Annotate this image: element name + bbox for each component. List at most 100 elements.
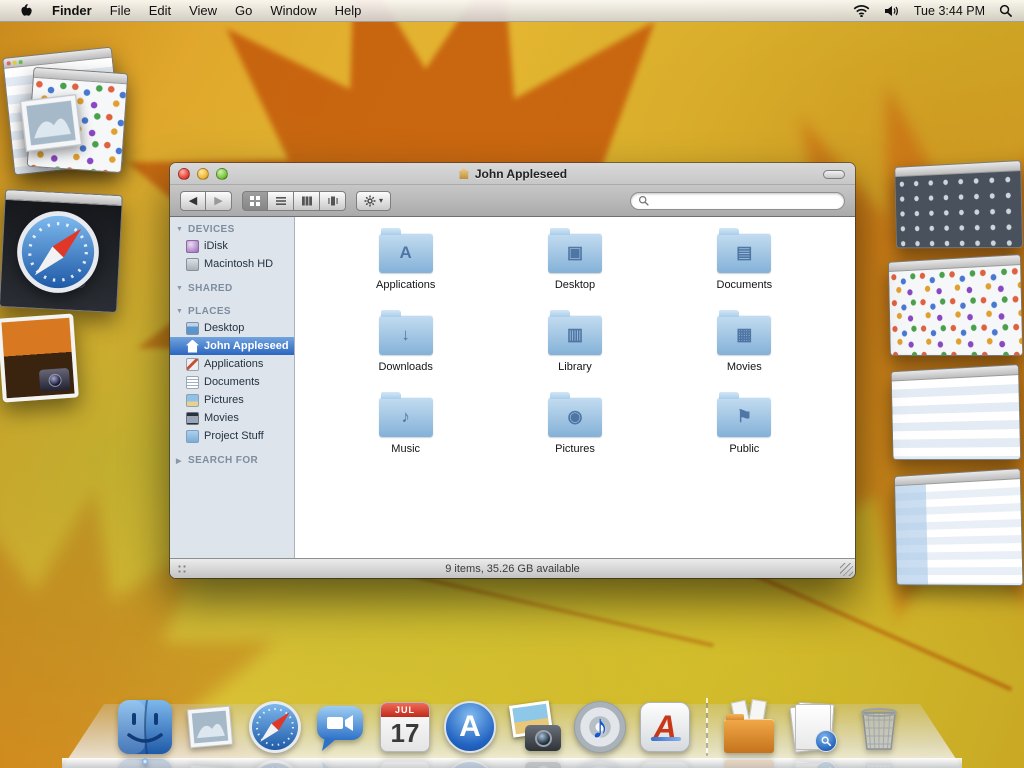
sidebar-item-pictures[interactable]: Pictures <box>170 391 294 409</box>
menu-view[interactable]: View <box>180 0 226 22</box>
minimize-button[interactable] <box>197 168 209 180</box>
sidebar-item-applications[interactable]: Applications <box>170 355 294 373</box>
toolbar-toggle-button[interactable] <box>823 170 845 179</box>
volume-icon <box>884 5 900 17</box>
applications-icon <box>186 358 199 371</box>
disclosure-triangle-icon[interactable]: ▶ <box>176 457 184 465</box>
dock-finder[interactable] <box>116 698 174 756</box>
folder-glyph: ◉ <box>548 397 602 437</box>
folder-glyph: ▤ <box>717 233 771 273</box>
wifi-menu-extra[interactable] <box>853 4 870 18</box>
apple-menu[interactable] <box>10 0 43 22</box>
music-disc-icon: ♪ <box>574 701 626 753</box>
folder-desktop[interactable]: ▣ Desktop <box>490 233 659 291</box>
sidebar-item-idisk[interactable]: iDisk <box>170 237 294 255</box>
sidebar-item-macintosh-hd[interactable]: Macintosh HD <box>170 255 294 273</box>
folder-pictures[interactable]: ◉ Pictures <box>490 397 659 455</box>
search-icon <box>638 195 649 206</box>
menu-file[interactable]: File <box>101 0 140 22</box>
folder-icon: ▦ <box>717 315 771 355</box>
folder-glyph: A <box>379 233 433 273</box>
dock-ichat[interactable] <box>311 698 369 756</box>
finder-window: John Appleseed ◀ ▶ <box>170 163 855 578</box>
dock-downloads-stack[interactable] <box>720 698 778 756</box>
folder-label: Library <box>558 361 592 373</box>
gear-icon <box>364 195 376 207</box>
sidebar-item-movies[interactable]: Movies <box>170 409 294 427</box>
folder-icon: ♪ <box>379 397 433 437</box>
disclosure-triangle-icon[interactable]: ▼ <box>176 308 184 315</box>
search-input[interactable] <box>653 195 837 207</box>
folder-icon: ▣ <box>548 233 602 273</box>
close-button[interactable] <box>178 168 190 180</box>
running-indicator <box>142 758 149 765</box>
sidebar-section-devices[interactable]: ▼ DEVICES <box>170 222 294 237</box>
menu-bar-clock[interactable]: Tue 3:44 PM <box>914 4 985 18</box>
column-view-button[interactable] <box>294 191 320 211</box>
app-store-icon: A <box>444 701 496 753</box>
window-toolbar: ◀ ▶ <box>170 185 855 217</box>
sidebar-section-search-for[interactable]: ▶ SEARCH FOR <box>170 453 294 468</box>
folder-label: Public <box>729 443 759 455</box>
hard-disk-icon <box>186 258 199 271</box>
applications-letter: A <box>653 709 676 746</box>
mail-stamp-thumbnail[interactable] <box>10 82 92 164</box>
dock-trash[interactable] <box>850 698 908 756</box>
folder-label: Downloads <box>378 361 432 373</box>
sidebar-item-project-stuff[interactable]: Project Stuff <box>170 427 294 445</box>
stacked-window-thumbnail[interactable] <box>894 468 1023 586</box>
stacked-window-thumbnail[interactable] <box>894 160 1023 248</box>
disclosure-triangle-icon[interactable]: ▼ <box>176 226 184 233</box>
sidebar-item-documents[interactable]: Documents <box>170 373 294 391</box>
search-field[interactable] <box>630 192 845 210</box>
folder-icon: ◉ <box>548 397 602 437</box>
sidebar-resize-grip[interactable] <box>177 564 188 575</box>
folder-applications[interactable]: A Applications <box>321 233 490 291</box>
folder-movies[interactable]: ▦ Movies <box>660 315 829 373</box>
dock-itunes[interactable]: ♪ <box>571 698 629 756</box>
folder-music[interactable]: ♪ Music <box>321 397 490 455</box>
menu-help[interactable]: Help <box>326 0 371 22</box>
folder-documents[interactable]: ▤ Documents <box>660 233 829 291</box>
list-view-button[interactable] <box>268 191 294 211</box>
chevron-down-icon: ▾ <box>379 196 383 205</box>
menu-go[interactable]: Go <box>226 0 261 22</box>
sidebar-item-desktop[interactable]: Desktop <box>170 319 294 337</box>
dock-documents-stack[interactable] <box>785 698 843 756</box>
window-resize-grip[interactable] <box>840 563 853 576</box>
folder-library[interactable]: ▥ Library <box>490 315 659 373</box>
coverflow-view-button[interactable] <box>320 191 346 211</box>
menu-edit[interactable]: Edit <box>140 0 180 22</box>
dock-ical[interactable]: JUL 17 <box>376 698 434 756</box>
spotlight-menu-extra[interactable] <box>999 4 1012 17</box>
coverflow-view-icon <box>327 195 339 207</box>
menu-window[interactable]: Window <box>261 0 325 22</box>
dock-mail[interactable] <box>181 698 239 756</box>
volume-menu-extra[interactable] <box>884 5 900 17</box>
icon-view-button[interactable] <box>242 191 268 211</box>
sidebar-section-places[interactable]: ▼ PLACES <box>170 304 294 319</box>
sidebar-section-shared[interactable]: ▼ SHARED <box>170 281 294 296</box>
zoom-button[interactable] <box>216 168 228 180</box>
window-titlebar[interactable]: John Appleseed <box>170 163 855 185</box>
safari-window-thumbnail[interactable] <box>14 208 102 296</box>
menu-finder[interactable]: Finder <box>43 0 101 22</box>
stacked-window-thumbnail[interactable] <box>888 254 1023 356</box>
action-menu-button[interactable]: ▾ <box>356 191 391 211</box>
disclosure-triangle-icon[interactable]: ▼ <box>176 285 184 292</box>
sidebar-item-home-selected[interactable]: John Appleseed <box>170 337 294 355</box>
sidebar-item-label: iDisk <box>204 240 228 252</box>
folder-label: Movies <box>727 361 762 373</box>
back-button[interactable]: ◀ <box>180 191 206 211</box>
dock-safari[interactable] <box>246 698 304 756</box>
sidebar-item-label: Desktop <box>204 322 244 334</box>
thumbnail-content <box>889 265 1022 355</box>
forward-button[interactable]: ▶ <box>206 191 232 211</box>
dock-app-store[interactable]: A <box>441 698 499 756</box>
folder-public[interactable]: ⚑ Public <box>660 397 829 455</box>
dock-iphoto[interactable] <box>506 698 564 756</box>
folder-downloads[interactable]: ↓ Downloads <box>321 315 490 373</box>
stacked-window-thumbnail[interactable] <box>891 364 1021 460</box>
dock-applications[interactable]: A <box>636 698 694 756</box>
photo-thumbnail[interactable] <box>0 313 79 402</box>
